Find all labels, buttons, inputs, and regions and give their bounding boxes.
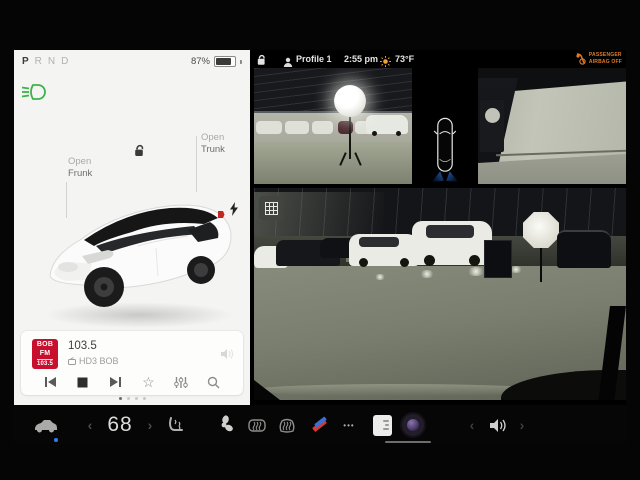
battery-icon-tip — [240, 60, 242, 64]
camera-scene-ceiling — [254, 68, 412, 112]
camera-scene-white-suv — [366, 115, 408, 134]
app-launcher-bar: ‹ 68 › — [14, 405, 626, 445]
profile-name[interactable]: Profile 1 — [296, 54, 332, 64]
media-subtitle-row: HD3 BOB — [68, 356, 119, 366]
camera-scene-dark-suv — [557, 230, 611, 268]
vehicle-proximity-panel — [412, 68, 478, 184]
clock: 2:55 pm — [344, 54, 378, 64]
left-repeater-camera-feed[interactable] — [254, 68, 412, 184]
gear-neutral[interactable]: N — [48, 56, 55, 67]
battery-icon — [214, 56, 236, 67]
airbag-warning-text: PASSENGER AIRBAG OFF — [589, 52, 622, 65]
camera-scene-light-disc — [485, 108, 500, 123]
open-frunk-label-top: Open — [68, 156, 92, 168]
touchscreen-display: PRND 87% Open Frunk Open Trunk — [14, 50, 626, 445]
charge-port-bolt-icon[interactable] — [229, 202, 239, 221]
camera-grid-view-button[interactable] — [259, 196, 283, 220]
active-app-dot — [54, 438, 58, 442]
media-player-card[interactable]: BOB FM 103.5 103.5 HD3 BOB — [21, 331, 243, 395]
open-frunk-button[interactable]: Open Frunk — [68, 156, 92, 181]
softbox-stand-pole — [540, 246, 542, 282]
favorite-star-button[interactable]: ☆ — [137, 373, 159, 391]
temp-decrease-button[interactable]: ‹ — [82, 405, 98, 445]
open-trunk-label-bottom: Trunk — [201, 144, 225, 156]
gear-indicator[interactable]: PRND — [22, 56, 74, 67]
headlight-on-icon — [21, 83, 47, 106]
volume-button[interactable] — [484, 405, 512, 445]
search-button[interactable] — [203, 373, 225, 391]
speaker-icon — [489, 418, 507, 433]
volume-down-button[interactable]: ‹ — [464, 405, 480, 445]
stop-button[interactable] — [72, 373, 94, 391]
outside-temperature: 73°F — [395, 54, 414, 64]
camera-app-area: Profile 1 2:55 pm 73°F — [254, 50, 626, 405]
recent-app-button[interactable] — [368, 405, 396, 445]
battery-percent-label: 87% — [191, 56, 210, 67]
cabin-temperature-button[interactable]: 68 — [100, 405, 140, 445]
media-title: 103.5 — [68, 340, 97, 352]
balloon-work-light — [334, 85, 366, 117]
camera-scene-car — [256, 121, 282, 134]
next-track-button[interactable] — [105, 373, 127, 391]
light-stand-pole — [349, 117, 351, 159]
media-controls: ☆ — [31, 371, 233, 393]
camera-scene-car — [312, 121, 333, 134]
white-app-icon — [373, 415, 392, 436]
more-apps-button[interactable]: ••• — [336, 405, 362, 445]
previous-track-button[interactable] — [39, 373, 61, 391]
camera-scene-white-model-y — [412, 221, 492, 265]
hd-radio-icon — [68, 357, 76, 365]
camera-scene-floor — [254, 142, 412, 184]
fan-button[interactable] — [210, 405, 238, 445]
rear-defrost-button[interactable] — [244, 405, 270, 445]
active-app-underline — [385, 441, 431, 443]
unlocked-icon[interactable] — [133, 144, 146, 162]
seat-heater-button[interactable] — [162, 405, 190, 445]
top-down-car-avatar — [423, 116, 467, 182]
floor-reflection — [374, 274, 386, 280]
passenger-airbag-status: PASSENGER AIRBAG OFF — [575, 52, 622, 65]
gear-drive[interactable]: D — [61, 56, 68, 67]
art-line: 103.5 — [37, 359, 53, 367]
floor-reflection — [419, 270, 435, 278]
radio-app-icon — [310, 416, 328, 434]
octagon-softbox-light — [523, 212, 559, 248]
equalizer-button[interactable] — [170, 373, 192, 391]
art-line: FM — [40, 350, 51, 357]
top-status-bar: Profile 1 2:55 pm 73°F — [254, 50, 626, 68]
battery-status: 87% — [191, 56, 242, 67]
floor-reflection — [466, 267, 486, 276]
open-frunk-label-bottom: Frunk — [68, 168, 92, 180]
media-subtitle: HD3 BOB — [79, 356, 119, 366]
open-trunk-button[interactable]: Open Trunk — [201, 132, 225, 157]
rear-camera-feed[interactable] — [254, 188, 626, 400]
floor-light-band — [254, 384, 544, 396]
open-trunk-label-top: Open — [201, 132, 225, 144]
vehicle-status-panel: PRND 87% Open Frunk Open Trunk — [14, 50, 250, 405]
taillight-indicator-icon — [217, 206, 225, 224]
art-line: BOB — [37, 341, 53, 348]
audio-output-icon[interactable] — [220, 347, 233, 365]
camera-app-button[interactable] — [398, 405, 428, 445]
volume-up-button[interactable]: › — [514, 405, 530, 445]
camera-scene-white-hatchback — [349, 234, 419, 266]
gear-reverse[interactable]: R — [35, 56, 42, 67]
temp-increase-button[interactable]: › — [142, 405, 158, 445]
right-repeater-camera-feed[interactable] — [478, 68, 626, 184]
camera-scene-car — [285, 121, 309, 134]
camera-app-icon — [400, 412, 426, 438]
front-defrost-button[interactable] — [274, 405, 300, 445]
panel-page-dots[interactable] — [14, 397, 250, 400]
airbag-icon — [575, 53, 586, 65]
radio-app-button[interactable] — [306, 405, 332, 445]
gear-park[interactable]: P — [22, 56, 29, 67]
station-album-art: BOB FM 103.5 — [32, 339, 58, 369]
camera-scene-equipment-crate — [484, 240, 512, 278]
